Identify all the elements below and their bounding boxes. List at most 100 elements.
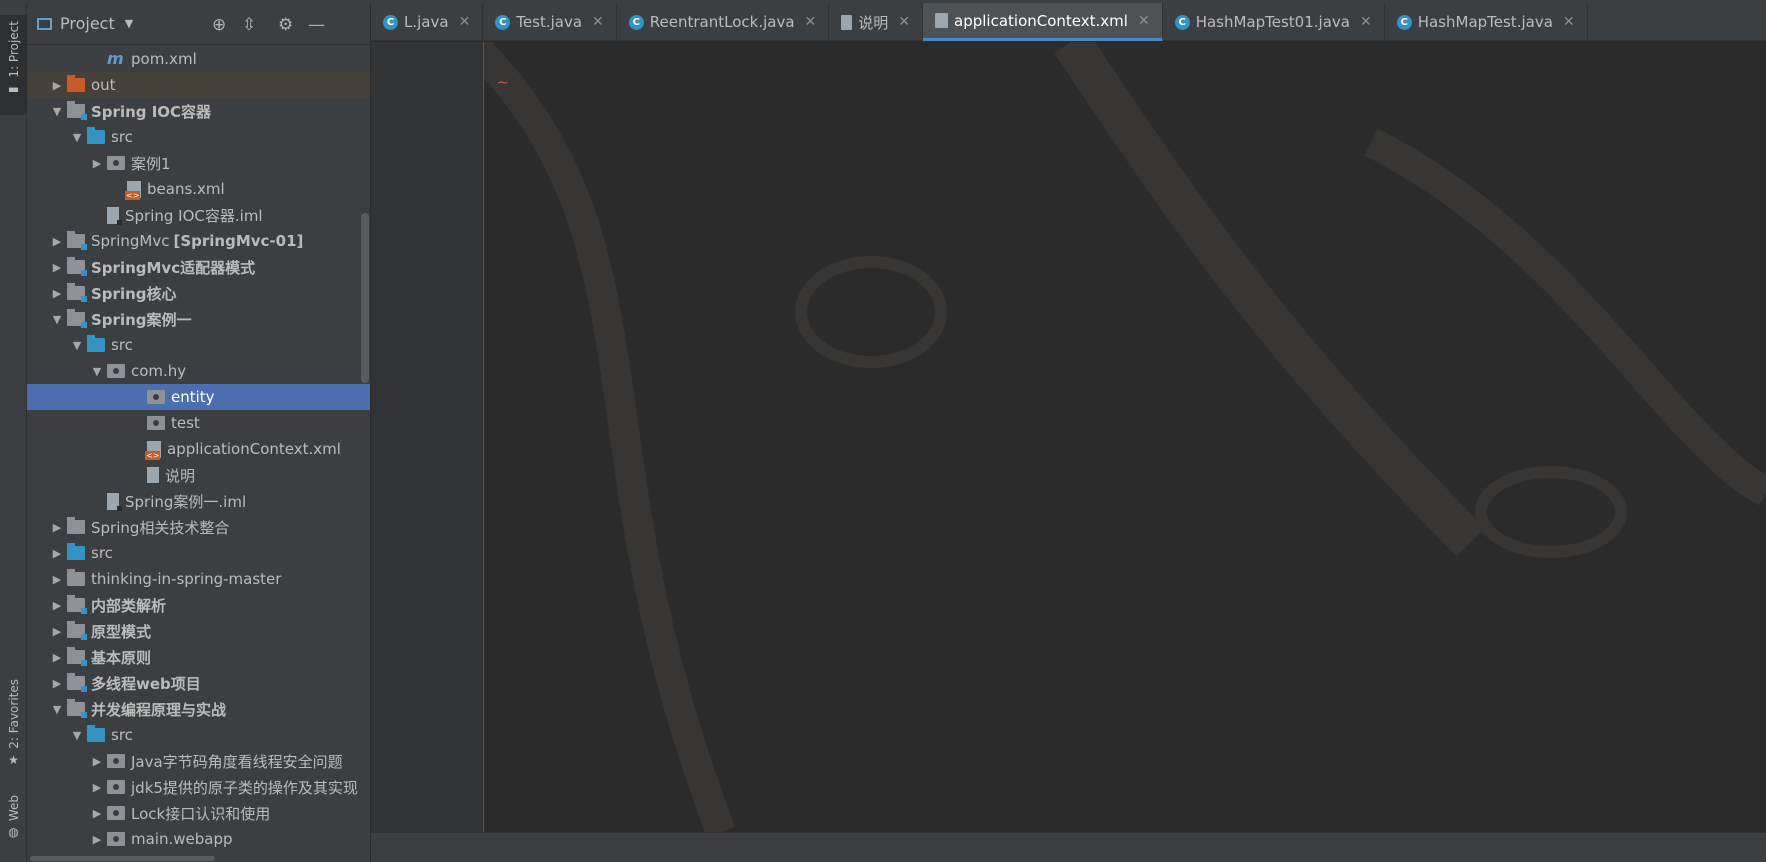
close-icon[interactable]: ✕: [1563, 14, 1575, 30]
tree-item[interactable]: ▶ Java字节码角度看线程安全问题: [27, 748, 370, 774]
hide-icon[interactable]: —: [308, 15, 325, 35]
source-folder-icon: [87, 725, 105, 742]
collapsed-arrow-icon[interactable]: ▶: [47, 235, 67, 248]
collapsed-arrow-icon[interactable]: ▶: [47, 287, 67, 300]
tree-item[interactable]: ▶ Spring核心: [27, 280, 370, 306]
collapsed-arrow-icon[interactable]: ▶: [87, 755, 107, 768]
tree-item[interactable]: ▶ jdk5提供的原子类的操作及其实现: [27, 774, 370, 800]
editor-tab[interactable]: C L.java ✕: [371, 3, 484, 41]
expanded-arrow-icon[interactable]: ▼: [47, 313, 67, 326]
editor-tab[interactable]: applicationContext.xml ✕: [923, 3, 1163, 41]
tree-item[interactable]: 说明: [27, 462, 370, 488]
package-icon: [107, 364, 125, 378]
project-tool-tab[interactable]: 1: Project ▬: [0, 15, 27, 115]
dropdown-arrow-icon[interactable]: ▼: [125, 17, 133, 30]
close-icon[interactable]: ✕: [592, 14, 604, 30]
tree-item[interactable]: ▶ out: [27, 72, 370, 98]
tree-horizontal-scrollbar[interactable]: [30, 856, 215, 861]
package-icon: [107, 156, 125, 170]
panel-title[interactable]: Project: [60, 14, 115, 33]
excluded-folder-icon: [67, 75, 85, 92]
text-file-icon: [147, 467, 159, 483]
tree-item[interactable]: ▼ Spring IOC容器: [27, 98, 370, 124]
tree-item[interactable]: test: [27, 410, 370, 436]
web-tool-label: Web: [6, 795, 21, 822]
collapsed-arrow-icon[interactable]: ▶: [87, 781, 107, 794]
editor-tab[interactable]: 说明 ✕: [829, 3, 924, 41]
tree-item-label: src: [111, 336, 133, 354]
tree-item-label: 案例1: [131, 154, 171, 173]
collapsed-arrow-icon[interactable]: ▶: [47, 521, 67, 534]
web-tool-tab[interactable]: Web ◍: [0, 795, 27, 839]
close-icon[interactable]: ✕: [1138, 13, 1150, 29]
collapsed-arrow-icon[interactable]: ▶: [87, 807, 107, 820]
editor-tab[interactable]: C HashMapTest.java ✕: [1385, 3, 1588, 41]
collapse-all-icon[interactable]: ⇳: [242, 15, 256, 35]
collapsed-arrow-icon[interactable]: ▶: [47, 547, 67, 560]
collapsed-arrow-icon[interactable]: ▶: [47, 79, 67, 92]
tree-item[interactable]: ▶ Spring相关技术整合: [27, 514, 370, 540]
collapsed-arrow-icon[interactable]: ▶: [47, 651, 67, 664]
tree-item[interactable]: m pom.xml: [27, 46, 370, 72]
collapsed-arrow-icon[interactable]: ▶: [47, 677, 67, 690]
close-icon[interactable]: ✕: [1360, 14, 1372, 30]
expanded-arrow-icon[interactable]: ▼: [67, 729, 87, 742]
editor-tab-bar: C L.java ✕ C Test.java ✕ C ReentrantLock.java ✕ 说…: [371, 3, 1766, 41]
module-folder-icon: [67, 673, 87, 692]
background-artwork: [460, 42, 1766, 832]
tree-item[interactable]: ▼ src: [27, 332, 370, 358]
collapsed-arrow-icon[interactable]: ▶: [47, 599, 67, 612]
tree-item[interactable]: ▶ Lock接口认识和使用: [27, 800, 370, 826]
collapsed-arrow-icon[interactable]: ▶: [87, 833, 107, 846]
tree-item[interactable]: beans.xml: [27, 176, 370, 202]
tree-item[interactable]: ▼ Spring案例一: [27, 306, 370, 332]
expanded-arrow-icon[interactable]: ▼: [67, 339, 87, 352]
expanded-arrow-icon[interactable]: ▼: [87, 365, 107, 378]
tree-item[interactable]: ▶ thinking-in-spring-master: [27, 566, 370, 592]
tree-item[interactable]: applicationContext.xml: [27, 436, 370, 462]
gear-icon[interactable]: ⚙: [278, 15, 293, 35]
tree-item[interactable]: ▶ 基本原则: [27, 644, 370, 670]
editor-area[interactable]: ~: [371, 42, 1766, 832]
left-tool-strip: 1: Project ▬ 2: Favorites ★ Web ◍: [0, 3, 27, 862]
collapsed-arrow-icon[interactable]: ▶: [47, 625, 67, 638]
source-folder-icon: [87, 127, 105, 144]
tree-item[interactable]: ▶ 多线程web项目: [27, 670, 370, 696]
tree-item-label: SpringMvc: [91, 232, 170, 250]
tree-item[interactable]: ▶ 原型模式: [27, 618, 370, 644]
editor-tab[interactable]: C Test.java ✕: [483, 3, 617, 41]
tree-item[interactable]: ▶ SpringMvc适配器模式: [27, 254, 370, 280]
tree-vertical-scrollbar[interactable]: [361, 213, 369, 383]
error-squiggle: ~: [497, 75, 509, 91]
close-icon[interactable]: ✕: [459, 14, 471, 30]
tree-item[interactable]: ▶ main.webapp: [27, 826, 370, 852]
expanded-arrow-icon[interactable]: ▼: [47, 105, 67, 118]
expanded-arrow-icon[interactable]: ▼: [67, 131, 87, 144]
tree-item[interactable]: entity: [27, 384, 370, 410]
close-icon[interactable]: ✕: [898, 14, 910, 30]
star-icon: ★: [8, 752, 19, 767]
tree-item[interactable]: ▶ src: [27, 540, 370, 566]
close-icon[interactable]: ✕: [805, 14, 817, 30]
tree-item[interactable]: ▼ com.hy: [27, 358, 370, 384]
collapsed-arrow-icon[interactable]: ▶: [87, 157, 107, 170]
tree-item-label: SpringMvc适配器模式: [91, 258, 256, 277]
editor-tab[interactable]: C HashMapTest01.java ✕: [1163, 3, 1385, 41]
tree-item[interactable]: ▼ src: [27, 124, 370, 150]
expanded-arrow-icon[interactable]: ▼: [47, 703, 67, 716]
favorites-tool-label: 2: Favorites: [6, 679, 21, 749]
tree-item[interactable]: ▶ SpringMvc [SpringMvc-01]: [27, 228, 370, 254]
tree-item[interactable]: ▶ 内部类解析: [27, 592, 370, 618]
tree-item[interactable]: ▼ src: [27, 722, 370, 748]
locate-icon[interactable]: ⊕: [212, 15, 226, 35]
tree-item[interactable]: ▼ 并发编程原理与实战: [27, 696, 370, 722]
tree-item[interactable]: Spring案例一.iml: [27, 488, 370, 514]
collapsed-arrow-icon[interactable]: ▶: [47, 573, 67, 586]
module-folder-icon: [67, 621, 87, 640]
tree-item[interactable]: Spring IOC容器.iml: [27, 202, 370, 228]
collapsed-arrow-icon[interactable]: ▶: [47, 261, 67, 274]
folder-icon: [67, 517, 85, 534]
favorites-tool-tab[interactable]: 2: Favorites ★: [0, 679, 27, 767]
tree-item[interactable]: ▶ 案例1: [27, 150, 370, 176]
editor-tab[interactable]: C ReentrantLock.java ✕: [617, 3, 830, 41]
